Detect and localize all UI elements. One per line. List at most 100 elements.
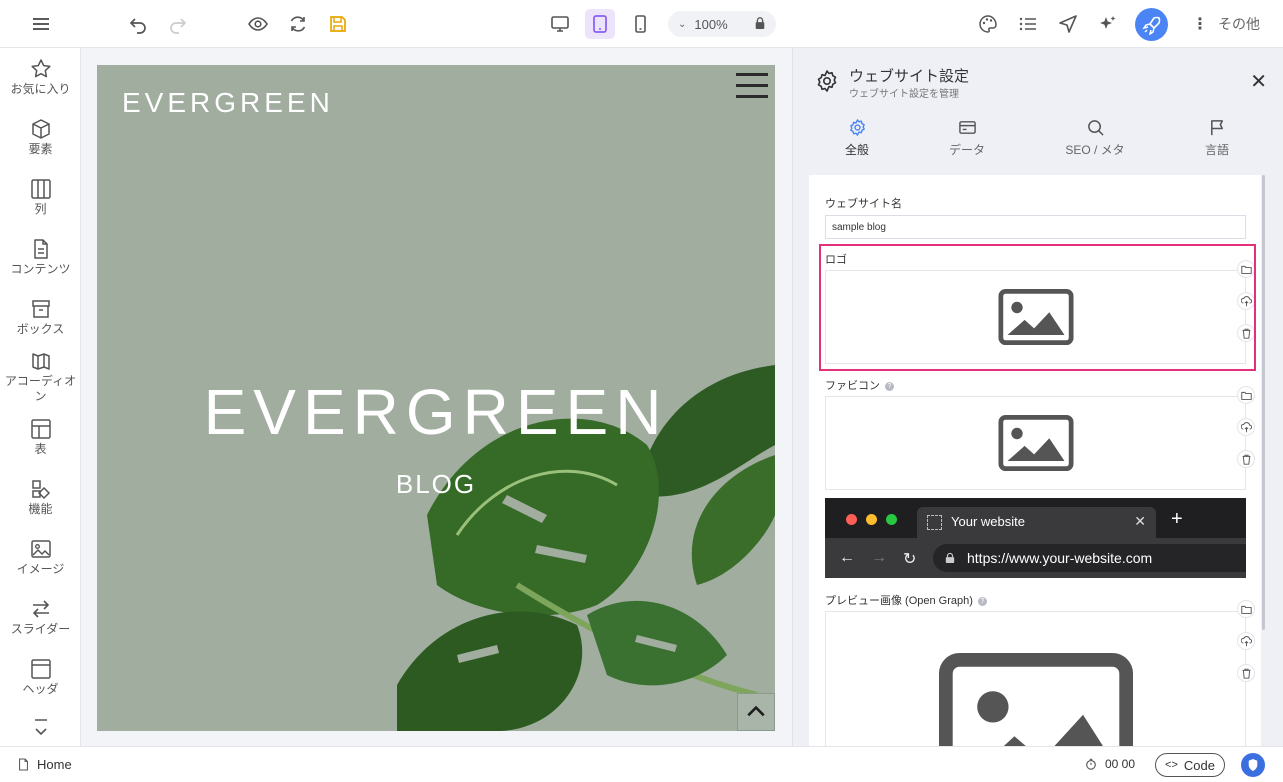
browser-url: https://www.your-website.com <box>967 550 1153 566</box>
tab-label: 全般 <box>844 143 869 157</box>
document-icon <box>33 239 48 259</box>
archive-box-icon <box>31 300 50 318</box>
slider-arrows-icon <box>32 600 49 618</box>
page-canvas[interactable]: EVERGREEN EVERGREEN BLOG <box>97 65 775 731</box>
sidebar-scroll-down[interactable] <box>0 718 80 740</box>
sidebar-item-label: スライダー <box>10 622 71 636</box>
columns-icon <box>30 179 51 199</box>
site-name-input[interactable] <box>825 215 1246 239</box>
menu-icon[interactable] <box>26 9 56 39</box>
sidebar-item-label: 要素 <box>28 142 53 156</box>
more-label: その他 <box>1218 16 1260 32</box>
sidebar-item-content[interactable]: コンテンツ <box>0 238 80 277</box>
panel-scrollbar[interactable] <box>1262 175 1265 630</box>
current-page-name: Home <box>37 757 72 772</box>
device-tablet-icon[interactable] <box>585 9 615 39</box>
accordion-icon <box>31 353 50 370</box>
favicon-label: ファビコン? <box>825 377 894 393</box>
ai-sparkle-icon[interactable] <box>1093 9 1123 39</box>
chevron-up-icon <box>747 705 765 717</box>
chevron-down-icon: ⌄ <box>678 18 687 30</box>
sidebar-item-label: 表 <box>34 442 47 456</box>
sidebar-item-favorites[interactable]: お気に入り <box>0 58 80 97</box>
sidebar-item-elements[interactable]: 要素 <box>0 118 80 157</box>
features-icon <box>31 480 50 500</box>
favicon-image-dropzone[interactable] <box>825 396 1246 490</box>
site-menu-icon[interactable] <box>736 73 768 98</box>
hero-tagline[interactable]: BLOG <box>97 469 775 500</box>
logo-field-highlight <box>819 244 1256 371</box>
list-icon[interactable] <box>1013 9 1043 39</box>
current-page-indicator[interactable]: Home <box>18 757 72 772</box>
og-image-label-text: プレビュー画像 (Open Graph) <box>825 595 973 607</box>
folder-icon[interactable] <box>1237 600 1255 618</box>
favicon-label-text: ファビコン <box>825 380 880 392</box>
gear-icon <box>815 69 839 98</box>
device-mobile-icon[interactable] <box>625 9 655 39</box>
tab-data[interactable]: データ <box>917 118 1017 158</box>
tab-language[interactable]: 言語 <box>1167 118 1267 158</box>
redo-icon[interactable] <box>163 9 193 39</box>
sidebar-item-accordion[interactable]: アコーディオン <box>0 350 80 404</box>
tab-general[interactable]: 全般 <box>807 118 907 158</box>
site-logo-text[interactable]: EVERGREEN <box>122 87 334 119</box>
table-icon <box>30 419 51 439</box>
sidebar-item-label: イメージ <box>16 562 65 576</box>
sidebar-item-slider[interactable]: スライダー <box>0 598 80 637</box>
scroll-to-top-button[interactable] <box>737 693 775 731</box>
browser-tab: Your website ✕ <box>917 507 1156 538</box>
help-icon[interactable]: ? <box>977 597 987 606</box>
preview-eye-icon[interactable] <box>243 9 273 39</box>
sidebar-item-table[interactable]: 表 <box>0 418 80 457</box>
lock-icon[interactable] <box>754 16 766 33</box>
palette-icon[interactable] <box>973 9 1003 39</box>
folder-icon[interactable] <box>1237 386 1255 404</box>
og-image-actions <box>1237 600 1255 696</box>
navigate-arrow-icon[interactable] <box>1053 9 1083 39</box>
trash-icon[interactable] <box>1237 450 1255 468</box>
trash-icon[interactable] <box>1237 664 1255 682</box>
image-placeholder-icon <box>997 414 1074 472</box>
publish-rocket-button[interactable] <box>1135 8 1168 41</box>
sidebar-item-label: ボックス <box>16 322 65 336</box>
panel-title: ウェブサイト設定 <box>849 68 970 85</box>
more-menu-button[interactable]: ⋮ その他 <box>1192 12 1260 36</box>
og-image-label: プレビュー画像 (Open Graph)? <box>825 592 987 608</box>
zoom-value: 100% <box>694 16 728 32</box>
sidebar-item-box[interactable]: ボックス <box>0 298 80 337</box>
window-minimize-dot <box>866 514 877 525</box>
close-icon[interactable]: ✕ <box>1250 72 1267 92</box>
zoom-select[interactable]: ⌄ 100% <box>668 11 776 37</box>
browser-tab-preview: Your website ✕ + ← → ↻ https://www.your-… <box>825 498 1246 578</box>
session-timer: 00 00 <box>1085 757 1135 771</box>
save-icon[interactable] <box>323 9 353 39</box>
reload-icon: ↻ <box>903 551 917 568</box>
sidebar-item-label: 機能 <box>28 502 53 516</box>
rocket-icon <box>1141 16 1160 35</box>
hero-title[interactable]: EVERGREEN <box>97 375 775 449</box>
chevron-down-icon <box>34 719 47 736</box>
refresh-icon[interactable] <box>283 9 313 39</box>
sidebar-item-features[interactable]: 機能 <box>0 478 80 517</box>
top-toolbar: ⌄ 100% ⋮ その他 <box>0 0 1283 48</box>
star-icon <box>30 59 51 78</box>
device-desktop-icon[interactable] <box>545 9 575 39</box>
sidebar-item-columns[interactable]: 列 <box>0 178 80 217</box>
undo-icon[interactable] <box>123 9 153 39</box>
og-image-dropzone[interactable] <box>825 611 1246 746</box>
lock-icon <box>945 552 955 563</box>
back-arrow-icon: ← <box>839 549 855 566</box>
sidebar-item-header[interactable]: ヘッダ <box>0 658 80 697</box>
sidebar-item-image[interactable]: イメージ <box>0 538 80 577</box>
upload-icon[interactable] <box>1237 418 1255 436</box>
code-button[interactable]: <> Code <box>1155 753 1225 777</box>
browser-tabbar: Your website ✕ + <box>825 498 1246 538</box>
more-dots-icon: ⋮ <box>1192 16 1208 33</box>
shield-icon[interactable] <box>1241 753 1265 777</box>
help-icon[interactable]: ? <box>885 382 894 391</box>
card-icon <box>958 121 976 134</box>
browser-tab-title: Your website <box>951 514 1025 529</box>
tab-seo-meta[interactable]: SEO / メタ <box>1045 118 1145 158</box>
forward-arrow-icon: → <box>871 549 887 566</box>
upload-icon[interactable] <box>1237 632 1255 650</box>
